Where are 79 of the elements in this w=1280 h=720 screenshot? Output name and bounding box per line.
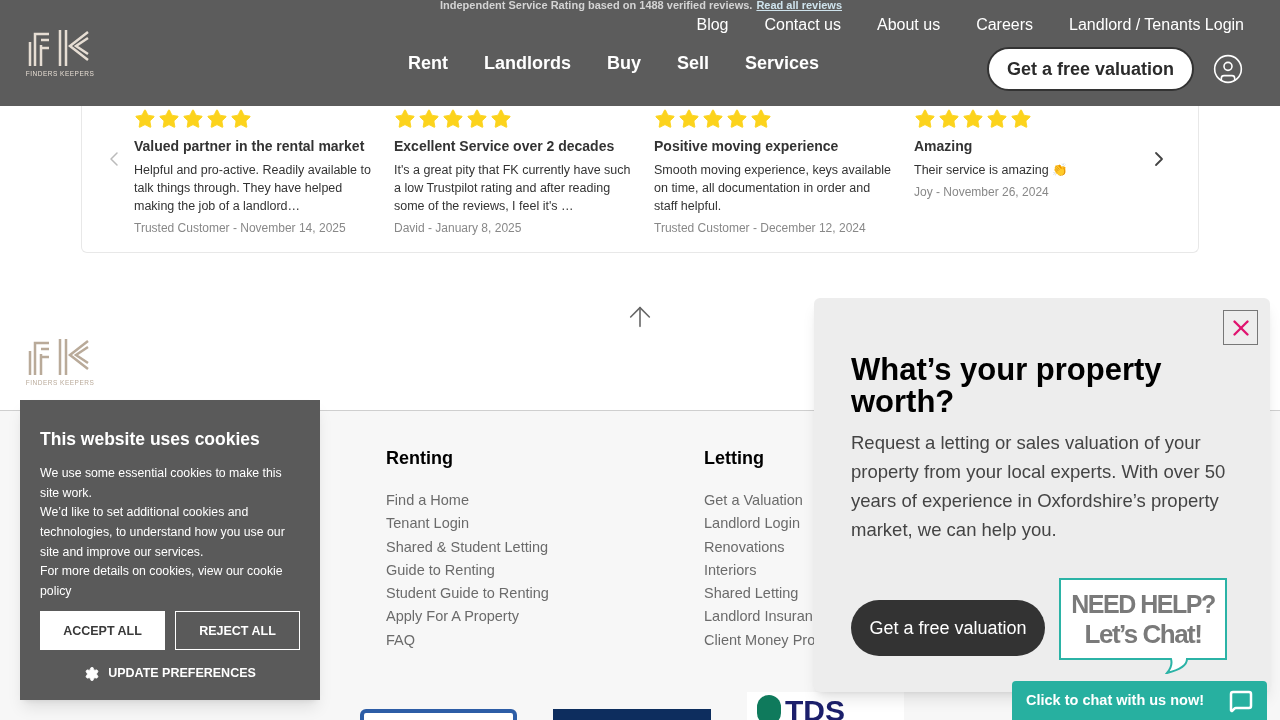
- cookie-text: We use some essential cookies to make this site work.: [40, 465, 283, 502]
- footer-link[interactable]: Landlord Insuran: [704, 606, 813, 630]
- star-icon: [230, 108, 252, 130]
- accept-all-button[interactable]: ACCEPT ALL: [40, 611, 165, 651]
- footer-link[interactable]: Guide to Renting: [386, 559, 495, 584]
- need-help-text: NEED HELP?: [1071, 590, 1215, 619]
- settings-icon: [84, 665, 101, 682]
- footer-link[interactable]: Shared Letting: [704, 583, 799, 607]
- review-title: Amazing: [914, 137, 974, 156]
- update-preferences-button[interactable]: UPDATE PREFERENCES: [40, 664, 300, 684]
- footer-link[interactable]: FAQ: [386, 629, 415, 654]
- star-icon: [750, 108, 772, 130]
- footer-link[interactable]: Shared & Student Letting: [386, 536, 549, 560]
- star-icon: [986, 108, 1008, 130]
- star-icon: [134, 108, 156, 130]
- star-icon: [678, 108, 700, 130]
- cookie-title: This website uses cookies: [40, 428, 261, 451]
- review-byline: Trusted Customer - December 12, 2024: [654, 220, 867, 237]
- close-button[interactable]: [1223, 310, 1258, 345]
- review-text: Their service is amazing 👏: [914, 162, 1070, 179]
- star-icon: [206, 108, 228, 130]
- star-icon: [442, 108, 464, 130]
- star-icon: [490, 108, 512, 130]
- review-byline: Trusted Customer - November 14, 2025: [134, 220, 347, 237]
- review-title: Positive moving experience: [654, 137, 840, 156]
- review-byline: David - January 8, 2025: [394, 220, 523, 237]
- main-nav-link[interactable]: Landlords: [484, 50, 571, 77]
- review-text: It's a great pity that FK currently have such a low Trustpilot rating and after reading some of the reviews, I feel it's …: [394, 162, 632, 215]
- star-icon: [418, 108, 440, 130]
- main-nav-link[interactable]: Services: [745, 50, 820, 77]
- footer-link[interactable]: Interiors: [704, 559, 757, 584]
- popup-title: What’s your property worth?: [851, 354, 1163, 418]
- footer-link[interactable]: Client Money Pro: [704, 629, 816, 654]
- footer-link[interactable]: Apply For A Property: [386, 606, 519, 630]
- popup-text: Request a letting or sales valuation of your property from your local experts. With over 50 years of experience in Oxfordshire’s property market, we can help you.: [851, 431, 1227, 542]
- cookie-text: We’d like to set additional cookies and technologies, to understand how you use our site and improve our services.: [40, 504, 286, 561]
- main-nav-link[interactable]: Sell: [677, 50, 710, 77]
- star-icon: [914, 108, 936, 130]
- footer-link[interactable]: Landlord Login: [704, 513, 800, 537]
- reject-all-button[interactable]: REJECT ALL: [175, 611, 300, 651]
- free-valuation-button[interactable]: Get a free valuation: [986, 47, 1194, 91]
- star-icon: [182, 108, 204, 130]
- star-icon: [654, 108, 676, 130]
- footer-link[interactable]: Tenant Login: [386, 513, 470, 537]
- chat-icon: [1229, 688, 1253, 713]
- review-text: Helpful and pro-active. Readily available to talk things through. They have helped making the job of a landlord…: [134, 162, 372, 215]
- star-icon: [1010, 108, 1032, 130]
- footer-heading: Letting: [704, 447, 764, 470]
- footer-link[interactable]: Find a Home: [386, 490, 469, 514]
- footer-link[interactable]: Student Guide to Renting: [386, 583, 549, 607]
- top-nav-link[interactable]: Careers: [976, 13, 1034, 40]
- top-nav-link[interactable]: Landlord / Tenants Login: [1069, 13, 1244, 40]
- star-icon: [962, 108, 984, 130]
- star-icon: [938, 108, 960, 130]
- star-icon: [158, 108, 180, 130]
- star-icon: [726, 108, 748, 130]
- chat-bar[interactable]: Click to chat with us now!: [1012, 681, 1267, 720]
- review-title: Excellent Service over 2 decades: [394, 137, 616, 156]
- rating-text: Independent Service Rating based on 1488 verified reviews.: [440, 0, 753, 12]
- top-nav-link[interactable]: Blog: [696, 13, 729, 40]
- review-byline: Joy - November 26, 2024: [914, 184, 1050, 201]
- top-nav-link[interactable]: Contact us: [764, 13, 841, 40]
- footer-link[interactable]: Renovations: [704, 536, 785, 560]
- lets-chat-text: Let’s Chat!: [1084, 619, 1202, 649]
- footer-heading: Renting: [386, 447, 453, 470]
- chat-speech-bubble[interactable]: NEED HELP? Let’s Chat!: [1059, 578, 1227, 674]
- read-reviews-link[interactable]: Read all reviews: [756, 0, 842, 12]
- review-title: Valued partner in the rental market: [134, 137, 366, 156]
- main-nav-link[interactable]: Buy: [607, 50, 642, 77]
- review-text: Smooth moving experience, keys available on time, all documentation in order and staff helpful.: [654, 162, 892, 215]
- star-icon: [394, 108, 416, 130]
- star-icon: [466, 108, 488, 130]
- free-valuation-button[interactable]: Get a free valuation: [851, 600, 1045, 656]
- main-nav-link[interactable]: Rent: [408, 50, 448, 77]
- footer-link[interactable]: Get a Valuation: [704, 490, 803, 514]
- star-icon: [702, 108, 724, 130]
- top-nav-link[interactable]: About us: [877, 13, 941, 40]
- account-icon[interactable]: [1212, 53, 1244, 85]
- cookie-text: For more details on cookies, view our cookie policy: [40, 563, 284, 600]
